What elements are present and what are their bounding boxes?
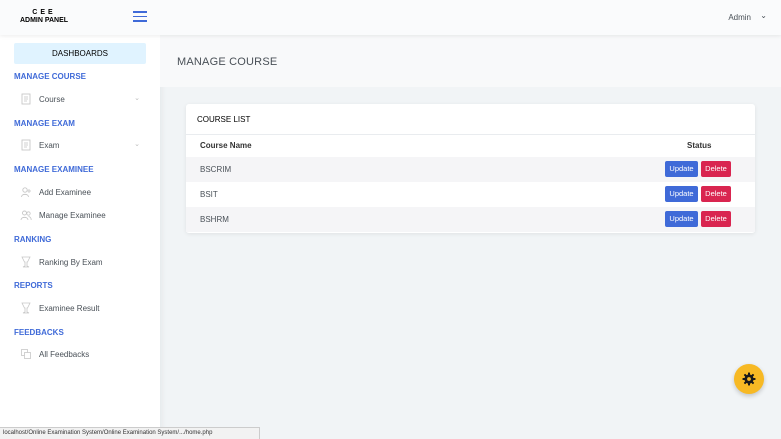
update-button[interactable]: Update: [665, 211, 698, 227]
course-name-cell: BSIT: [200, 190, 218, 199]
app-logo[interactable]: CEE ADMIN PANEL: [14, 9, 74, 24]
sidebar-item-label: Examinee Result: [39, 304, 100, 313]
logo-subtitle: ADMIN PANEL: [19, 17, 69, 24]
sidebar-item-label: Exam: [39, 141, 60, 150]
sidebar-item-label: Ranking By Exam: [39, 258, 103, 267]
divider: [186, 134, 755, 135]
sidebar-item-label: Add Examinee: [39, 188, 92, 197]
sidebar-item-course[interactable]: Course ⌄: [14, 92, 146, 108]
sidebar-item-exam[interactable]: Exam ⌄: [14, 138, 146, 154]
document-icon: [21, 139, 31, 151]
chevron-down-icon[interactable]: ⌄: [760, 11, 767, 20]
section-manage-examinee: MANAGE EXAMINEE: [14, 165, 94, 174]
logo-title: CEE: [32, 9, 56, 16]
chevron-down-icon: ⌄: [134, 141, 140, 148]
update-button[interactable]: Update: [665, 186, 698, 202]
document-icon: [21, 93, 31, 105]
section-manage-exam: MANAGE EXAM: [14, 119, 75, 128]
status-bar-url: localhost/Online Examination System/Onli…: [0, 427, 260, 439]
gear-icon: [742, 372, 756, 386]
section-ranking: RANKING: [14, 235, 52, 244]
delete-button[interactable]: Delete: [701, 211, 731, 227]
settings-button[interactable]: [734, 364, 764, 394]
users-icon: [20, 210, 32, 221]
sidebar-item-ranking-by-exam[interactable]: Ranking By Exam: [14, 255, 146, 271]
course-list-card: COURSE LIST Course Name Status BSCRIM Up…: [186, 104, 755, 233]
sidebar-item-dashboards[interactable]: DASHBOARDS: [14, 43, 146, 64]
table-row: BSCRIM Update Delete: [186, 157, 755, 182]
sidebar-item-manage-examinee[interactable]: Manage Examinee: [14, 208, 146, 224]
table-row: BSHRM Update Delete: [186, 207, 755, 232]
sidebar-item-label: Course: [39, 95, 65, 104]
sidebar-item-examinee-result[interactable]: Examinee Result: [14, 301, 146, 317]
page-header: MANAGE COURSE: [160, 35, 781, 87]
sidebar-item-add-examinee[interactable]: Add Examinee: [14, 185, 146, 201]
delete-button[interactable]: Delete: [701, 186, 731, 202]
update-button[interactable]: Update: [665, 161, 698, 177]
section-feedbacks: FEEDBACKS: [14, 328, 64, 337]
trophy-icon: [21, 302, 31, 314]
sidebar-item-all-feedbacks[interactable]: All Feedbacks: [14, 347, 146, 363]
delete-button[interactable]: Delete: [701, 161, 731, 177]
table-row: BSIT Update Delete: [186, 182, 755, 207]
chevron-down-icon: ⌄: [134, 95, 140, 102]
copy-icon: [21, 349, 31, 359]
sidebar: DASHBOARDS MANAGE COURSE Course ⌄ MANAGE…: [0, 35, 160, 439]
card-title: COURSE LIST: [197, 115, 251, 124]
sidebar-item-label: Manage Examinee: [39, 211, 106, 220]
course-name-cell: BSCRIM: [200, 165, 232, 174]
course-name-cell: BSHRM: [200, 215, 229, 224]
top-bar: CEE ADMIN PANEL Admin ⌄: [0, 0, 781, 35]
page-title: MANAGE COURSE: [177, 56, 278, 68]
column-header-status: Status: [687, 141, 712, 150]
hamburger-menu-icon[interactable]: [133, 11, 147, 22]
column-header-course-name: Course Name: [200, 141, 252, 150]
user-menu-label[interactable]: Admin: [728, 13, 751, 22]
sidebar-item-label: All Feedbacks: [39, 350, 90, 359]
trophy-icon: [21, 256, 31, 268]
add-user-icon: [21, 187, 31, 198]
section-manage-course: MANAGE COURSE: [14, 72, 87, 81]
section-reports: REPORTS: [14, 281, 53, 290]
